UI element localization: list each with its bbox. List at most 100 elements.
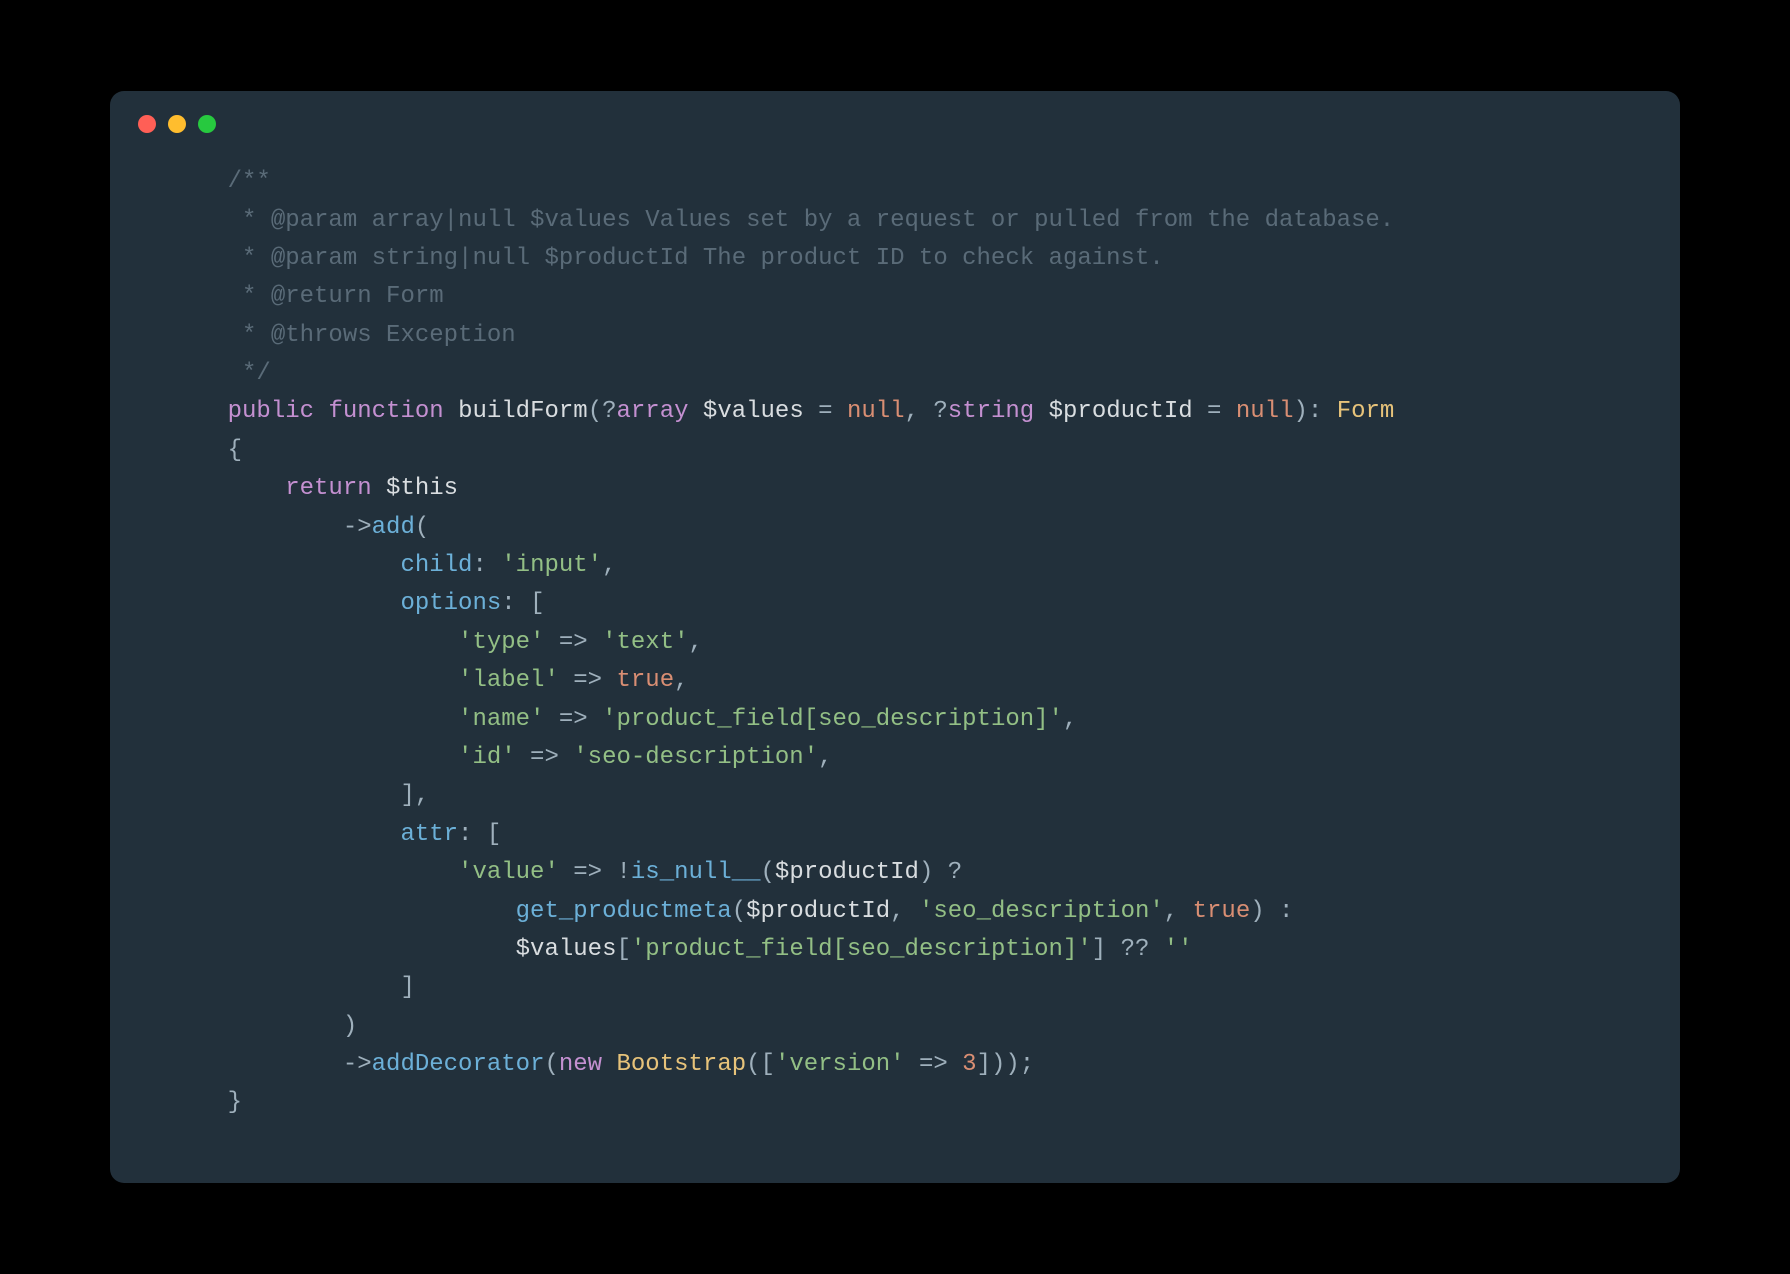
- token-punct: ,: [1063, 706, 1077, 733]
- token-string: 'text': [602, 629, 688, 656]
- code-line: {: [170, 432, 1620, 470]
- code-line: ): [170, 1008, 1620, 1046]
- token-keyword: function: [328, 398, 443, 425]
- token-type: string: [948, 398, 1034, 425]
- token-string: 'product_field[seo_description]': [631, 936, 1092, 963]
- token-punct: (: [761, 859, 775, 886]
- token-punct: => !: [559, 859, 631, 886]
- token-dollar: $values: [516, 936, 617, 963]
- token-name: child: [400, 552, 472, 579]
- token-punct: ):: [1293, 398, 1336, 425]
- token-punct: ,: [674, 667, 688, 694]
- code-line: ]: [170, 969, 1620, 1007]
- token-punct: {: [228, 437, 242, 464]
- token-string: 'product_field[seo_description]': [602, 706, 1063, 733]
- token-call: add: [372, 514, 415, 541]
- token-string: 'seo_description': [919, 898, 1164, 925]
- token-comment: /**: [228, 168, 271, 195]
- token-punct: : [: [501, 590, 544, 617]
- code-line: 'name' => 'product_field[seo_description…: [170, 701, 1620, 739]
- token-keyword: return: [285, 475, 371, 502]
- code-line: $values['product_field[seo_description]'…: [170, 931, 1620, 969]
- token-dollar: $productId: [746, 898, 890, 925]
- token-punct: (: [732, 898, 746, 925]
- token-punct: ] ??: [1092, 936, 1164, 963]
- window-titlebar: [110, 91, 1680, 143]
- token-punct: ]: [400, 974, 414, 1001]
- token-punct: ],: [400, 782, 429, 809]
- token-dollar: $productId: [775, 859, 919, 886]
- token-class: Form: [1337, 398, 1395, 425]
- token-string: 'name': [458, 706, 544, 733]
- token-punct: =>: [544, 629, 602, 656]
- token-dollar: $productId: [1049, 398, 1193, 425]
- token-punct: ,: [890, 898, 919, 925]
- token-punct: ?: [602, 398, 616, 425]
- code-line: child: 'input',: [170, 547, 1620, 585]
- code-editor: /** * @param array|null $values Values s…: [110, 143, 1680, 1183]
- token-punct: : [: [458, 821, 501, 848]
- token-punct: =>: [516, 744, 574, 771]
- token-keyword: new: [559, 1051, 602, 1078]
- token-punct: ->: [343, 514, 372, 541]
- token-punct: ]));: [977, 1051, 1035, 1078]
- token-func: buildForm: [458, 398, 588, 425]
- token-string: 'id': [458, 744, 516, 771]
- token-class: Bootstrap: [617, 1051, 747, 1078]
- token-punct: (: [588, 398, 602, 425]
- token-name: attr: [400, 821, 458, 848]
- code-window: /** * @param array|null $values Values s…: [110, 91, 1680, 1183]
- token-string: '': [1164, 936, 1193, 963]
- code-line: * @param array|null $values Values set b…: [170, 202, 1620, 240]
- token-type: array: [617, 398, 689, 425]
- code-line: /**: [170, 163, 1620, 201]
- token-punct: [602, 1051, 616, 1078]
- close-icon[interactable]: [138, 115, 156, 133]
- token-punct: [689, 398, 703, 425]
- code-line: * @return Form: [170, 278, 1620, 316]
- token-punct: =: [804, 398, 847, 425]
- token-bool: true: [616, 667, 674, 694]
- code-line: 'type' => 'text',: [170, 624, 1620, 662]
- token-punct: ?: [933, 398, 947, 425]
- token-keyword: public: [228, 398, 314, 425]
- token-bool: null: [847, 398, 905, 425]
- token-punct: (: [544, 1051, 558, 1078]
- minimize-icon[interactable]: [168, 115, 186, 133]
- token-punct: =>: [544, 706, 602, 733]
- token-punct: ->: [343, 1051, 372, 1078]
- token-string: 'value': [458, 859, 559, 886]
- token-string: 'input': [501, 552, 602, 579]
- code-line: ],: [170, 777, 1620, 815]
- code-line: 'label' => true,: [170, 662, 1620, 700]
- token-comment: * @throws Exception: [228, 322, 516, 349]
- token-comment: * @param string|null $productId The prod…: [228, 245, 1164, 272]
- token-punct: :: [472, 552, 501, 579]
- token-punct: ,: [689, 629, 703, 656]
- code-line: * @param string|null $productId The prod…: [170, 240, 1620, 278]
- token-punct: ) :: [1250, 898, 1293, 925]
- code-line: return $this: [170, 470, 1620, 508]
- token-punct: ([: [746, 1051, 775, 1078]
- token-punct: ,: [818, 744, 832, 771]
- token-call: addDecorator: [372, 1051, 545, 1078]
- token-punct: [372, 475, 386, 502]
- token-punct: =: [1193, 398, 1236, 425]
- token-punct: =>: [905, 1051, 963, 1078]
- code-line: get_productmeta($productId, 'seo_descrip…: [170, 893, 1620, 931]
- code-line: */: [170, 355, 1620, 393]
- code-line: options: [: [170, 585, 1620, 623]
- zoom-icon[interactable]: [198, 115, 216, 133]
- token-num: 3: [962, 1051, 976, 1078]
- token-punct: }: [228, 1089, 242, 1116]
- code-line: attr: [: [170, 816, 1620, 854]
- token-call: is_null__: [631, 859, 761, 886]
- token-punct: [: [616, 936, 630, 963]
- token-call: get_productmeta: [516, 898, 732, 925]
- token-bool: null: [1236, 398, 1294, 425]
- token-punct: ) ?: [919, 859, 962, 886]
- token-punct: ,: [1164, 898, 1193, 925]
- code-line: 'id' => 'seo-description',: [170, 739, 1620, 777]
- token-punct: ,: [602, 552, 616, 579]
- token-punct: ): [343, 1013, 357, 1040]
